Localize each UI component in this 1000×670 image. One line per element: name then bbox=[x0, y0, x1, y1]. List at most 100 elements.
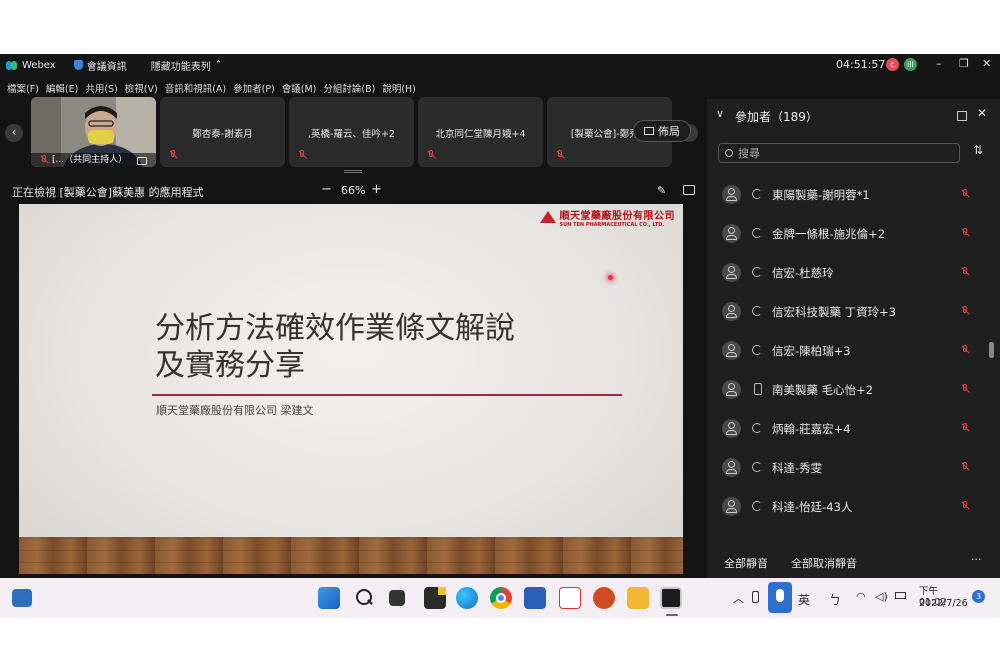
participant-row[interactable]: 炳翰-莊嘉宏+4 bbox=[707, 414, 992, 442]
edge-icon[interactable] bbox=[456, 587, 478, 609]
sync-icon bbox=[752, 189, 762, 199]
menu-bar: 檔案(F) 編輯(E) 共用(S) 檢視(V) 音訊和視訊(A) 參加者(P) … bbox=[0, 78, 416, 98]
chrome-icon[interactable] bbox=[490, 587, 512, 609]
webex-taskbar-icon[interactable] bbox=[660, 587, 682, 609]
menu-share[interactable]: 共用(S) bbox=[85, 81, 117, 95]
panel-scrollbar[interactable] bbox=[989, 174, 994, 544]
mic-muted-icon[interactable] bbox=[960, 501, 970, 511]
file-explorer-icon[interactable] bbox=[627, 587, 649, 609]
participant-row[interactable]: 信宏科技製藥 丁資玲+3 bbox=[707, 297, 992, 325]
slide-title: 分析方法確效作業條文解說 及實務分享 bbox=[155, 311, 515, 383]
panel-title: 參加者（189） bbox=[735, 110, 818, 124]
participant-row[interactable]: 科達-怡廷-43人 bbox=[707, 492, 992, 520]
strip-resize-handle[interactable] bbox=[344, 170, 362, 173]
restore-button[interactable]: ❐ bbox=[959, 57, 969, 70]
widgets-icon[interactable] bbox=[12, 589, 32, 607]
video-tile[interactable]: 北京同仁堂陳月娥+4 bbox=[418, 97, 543, 167]
participant-row[interactable]: 南美製藥 毛心怡+2 bbox=[707, 375, 992, 403]
zoom-out-button[interactable]: − bbox=[321, 182, 332, 197]
menu-help[interactable]: 說明(H) bbox=[382, 81, 416, 95]
participant-name: 信宏-杜慈玲 bbox=[772, 266, 834, 280]
participant-name: 科達-怡廷-43人 bbox=[772, 500, 853, 514]
close-button[interactable]: ✕ bbox=[982, 57, 991, 70]
speaker-icon[interactable]: ◁) bbox=[875, 590, 888, 603]
mic-muted-icon[interactable] bbox=[960, 228, 970, 238]
word-icon[interactable] bbox=[524, 587, 546, 609]
notification-badge[interactable]: 3 bbox=[972, 590, 985, 603]
panel-header: ∨ 參加者（189） ✕ bbox=[707, 99, 1000, 139]
collapse-chevron-icon[interactable]: ∨ bbox=[716, 107, 724, 120]
video-tile[interactable]: ,英橋-羅云、佳吟+2 bbox=[289, 97, 414, 167]
user-avatar[interactable]: c bbox=[886, 58, 899, 71]
more-options-button[interactable]: ··· bbox=[971, 553, 982, 566]
video-tile[interactable]: 鄭杏泰-謝素月 bbox=[160, 97, 285, 167]
ime-language-indicator[interactable]: 英 bbox=[798, 591, 810, 608]
pop-out-share-icon[interactable] bbox=[683, 185, 695, 195]
avatar-icon bbox=[722, 497, 741, 516]
meeting-info-label: 會議資訊 bbox=[86, 61, 127, 73]
search-input[interactable]: 搜尋 bbox=[718, 143, 960, 163]
menu-audio-video[interactable]: 音訊和視訊(A) bbox=[165, 81, 226, 95]
mic-muted-icon[interactable] bbox=[960, 306, 970, 316]
unmute-all-button[interactable]: 全部取消靜音 bbox=[791, 555, 857, 571]
mic-muted-icon[interactable] bbox=[960, 189, 970, 199]
scrollbar-thumb[interactable] bbox=[989, 342, 994, 358]
sticky-notes-icon[interactable] bbox=[424, 587, 446, 609]
participant-row[interactable]: 金牌一條根-施兆倫+2 bbox=[707, 219, 992, 247]
participant-row[interactable]: 東陽製藥-謝明蓉*1 bbox=[707, 180, 992, 208]
meeting-info-button[interactable]: 會議資訊 bbox=[73, 58, 127, 73]
webex-logo-icon bbox=[6, 60, 18, 70]
participant-name: 信宏-陳柏瑞+3 bbox=[772, 344, 851, 358]
hide-menu-button[interactable]: 隱藏功能表列 ⌃ bbox=[151, 58, 223, 73]
pop-out-icon[interactable] bbox=[957, 111, 967, 121]
sync-icon bbox=[752, 228, 762, 238]
start-icon[interactable] bbox=[318, 587, 340, 609]
menu-participant[interactable]: 參加者(P) bbox=[233, 81, 275, 95]
slide-subtitle: 順天堂藥廠股份有限公司 梁建文 bbox=[156, 404, 314, 417]
wood-floor-decoration bbox=[19, 537, 683, 574]
tray-overflow-icon[interactable]: ︿ bbox=[733, 590, 744, 606]
search-taskbar-icon[interactable] bbox=[353, 587, 375, 609]
strip-prev-button[interactable]: ‹ bbox=[5, 124, 23, 142]
network-indicator-icon[interactable]: ill bbox=[904, 58, 917, 71]
mic-muted-icon[interactable] bbox=[960, 267, 970, 277]
mic-muted-icon bbox=[168, 150, 178, 160]
ime-mode-indicator[interactable]: ㄅ bbox=[829, 591, 841, 608]
mic-muted-icon[interactable] bbox=[960, 423, 970, 433]
microphone-active-icon[interactable] bbox=[768, 582, 792, 613]
sync-icon bbox=[752, 345, 762, 355]
company-name-en: SUN TEN PHARMACEUTICAL CO., LTD. bbox=[559, 222, 665, 228]
sort-icon[interactable]: ⇅ bbox=[973, 143, 983, 157]
taskbar-date[interactable]: 2022/7/26 bbox=[919, 598, 968, 609]
menu-meeting[interactable]: 會議(M) bbox=[282, 81, 317, 95]
zoom-in-button[interactable]: + bbox=[371, 182, 382, 197]
annotate-icon[interactable]: ✎ bbox=[657, 184, 666, 197]
active-app-indicator bbox=[666, 614, 678, 616]
minimize-button[interactable]: – bbox=[936, 57, 942, 70]
mic-muted-icon[interactable] bbox=[960, 345, 970, 355]
app-name: Webex bbox=[22, 59, 56, 71]
phone-link-icon[interactable] bbox=[752, 591, 759, 603]
mute-all-button[interactable]: 全部靜音 bbox=[724, 555, 768, 571]
wifi-icon[interactable]: ◠ bbox=[856, 590, 866, 603]
participant-row[interactable]: 科達-秀雯 bbox=[707, 453, 992, 481]
participant-name: 東陽製藥-謝明蓉*1 bbox=[772, 188, 870, 202]
menu-file[interactable]: 檔案(F) bbox=[7, 81, 39, 95]
host-name-label: [...（共同主持人） bbox=[52, 155, 128, 165]
powerpoint-icon[interactable] bbox=[593, 587, 615, 609]
pdf-icon[interactable] bbox=[559, 587, 581, 609]
participants-panel: ∨ 參加者（189） ✕ 搜尋 ⇅ 東陽製藥-謝明蓉*1 金牌一條根-施兆倫+2 信… bbox=[707, 99, 1000, 578]
mic-muted-icon[interactable] bbox=[960, 462, 970, 472]
menu-breakout[interactable]: 分組討論(B) bbox=[323, 81, 375, 95]
close-panel-icon[interactable]: ✕ bbox=[977, 106, 987, 120]
participant-row[interactable]: 信宏-杜慈玲 bbox=[707, 258, 992, 286]
menu-edit[interactable]: 編輯(E) bbox=[46, 81, 78, 95]
zoom-level[interactable]: 66% bbox=[341, 184, 365, 197]
mic-muted-icon[interactable] bbox=[960, 384, 970, 394]
battery-icon[interactable] bbox=[895, 592, 906, 599]
task-view-icon[interactable] bbox=[389, 590, 405, 606]
menu-view[interactable]: 檢視(V) bbox=[125, 81, 158, 95]
layout-button[interactable]: 佈局 bbox=[633, 120, 691, 142]
video-tile-host[interactable]: [...（共同主持人） bbox=[31, 97, 156, 167]
participant-row[interactable]: 信宏-陳柏瑞+3 bbox=[707, 336, 992, 364]
